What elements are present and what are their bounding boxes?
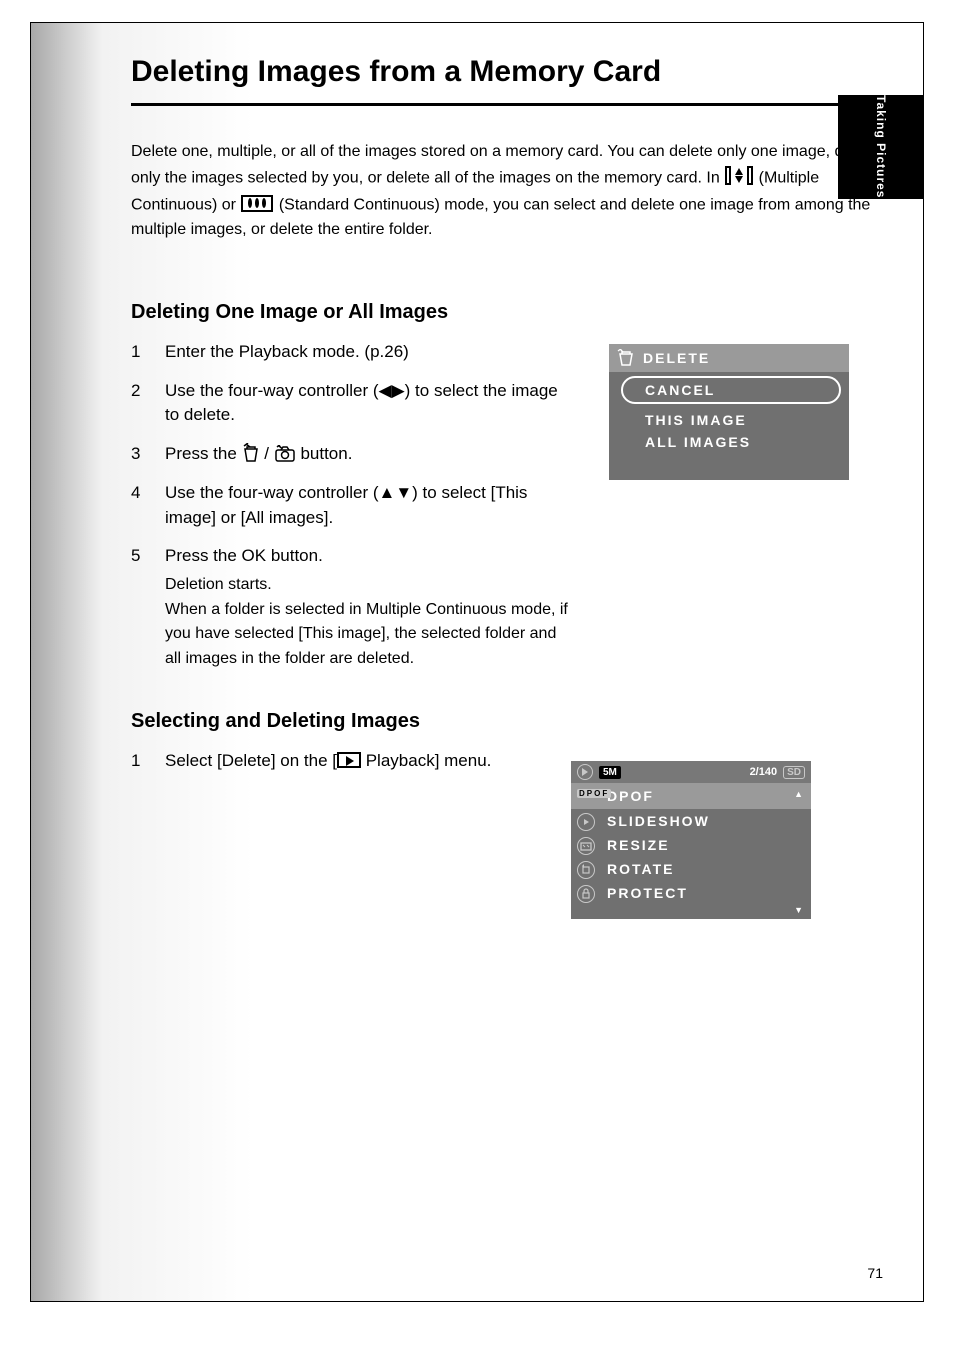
delete-option-all-images[interactable]: ALL IMAGES bbox=[621, 432, 841, 454]
step-4: 4 Use the four-way controller (▲▼) to se… bbox=[131, 481, 571, 530]
trash-icon bbox=[617, 349, 635, 367]
scroll-up-icon[interactable]: ▲ bbox=[794, 789, 805, 799]
dpof-icon: DPOF bbox=[577, 789, 611, 798]
step-2: 2 Use the four-way controller (◀▶) to se… bbox=[131, 379, 571, 428]
step-5: 5 Press the OK button. Deletion starts.W… bbox=[131, 544, 571, 672]
slideshow-icon bbox=[577, 813, 595, 831]
section-heading-delete-one-all: Deleting One Image or All Images bbox=[131, 301, 887, 324]
page-number: 71 bbox=[867, 1265, 883, 1281]
playback-mode-icon bbox=[337, 752, 361, 768]
scroll-down-icon[interactable]: ▼ bbox=[794, 905, 803, 915]
menu-item-protect[interactable]: PROTECT bbox=[571, 881, 811, 905]
sd-card-badge: SD bbox=[783, 766, 805, 779]
standard-continuous-icon bbox=[240, 192, 274, 219]
side-tab: Taking Pictures bbox=[838, 95, 924, 199]
trash-icon bbox=[242, 442, 260, 467]
delete-confirmation-panel: DELETE CANCEL THIS IMAGE ALL IMAGES bbox=[609, 344, 849, 480]
camera-icon bbox=[274, 442, 296, 467]
delete-option-this-image[interactable]: THIS IMAGE bbox=[621, 410, 841, 432]
resize-icon bbox=[577, 837, 595, 855]
menu-item-rotate[interactable]: ROTATE bbox=[571, 857, 811, 881]
intro-paragraph: Delete one, multiple, or all of the imag… bbox=[131, 140, 901, 243]
image-counter: 2/140 bbox=[750, 766, 778, 778]
menu-item-slideshow[interactable]: SLIDESHOW bbox=[571, 809, 811, 833]
step-group-a: 1 Enter the Playback mode. (p.26) 2 Use … bbox=[131, 340, 591, 672]
menu-item-dpof[interactable]: DPOF DPOF ▲ bbox=[571, 783, 811, 809]
rotate-icon bbox=[577, 861, 595, 879]
step-3: 3 Press the / bbox=[131, 442, 571, 467]
section-heading-select-delete: Selecting and Deleting Images bbox=[131, 710, 887, 733]
delete-option-cancel[interactable]: CANCEL bbox=[621, 376, 841, 404]
menu-item-resize[interactable]: RESIZE bbox=[571, 833, 811, 857]
step-1: 1 Enter the Playback mode. (p.26) bbox=[131, 340, 571, 365]
step-b-1: 1 Select [Delete] on the [ Playback] men… bbox=[131, 749, 551, 774]
protect-icon bbox=[577, 885, 595, 903]
page-title: Deleting Images from a Memory Card bbox=[131, 55, 887, 89]
multi-continuous-icon bbox=[724, 165, 754, 192]
playback-menu-panel: 5M 2/140 SD DPOF DPOF ▲ SLIDESHOW bbox=[571, 761, 811, 919]
resolution-badge: 5M bbox=[599, 766, 621, 779]
delete-panel-title: DELETE bbox=[609, 344, 849, 372]
playback-circle-icon bbox=[577, 764, 593, 780]
title-underline bbox=[131, 103, 921, 106]
